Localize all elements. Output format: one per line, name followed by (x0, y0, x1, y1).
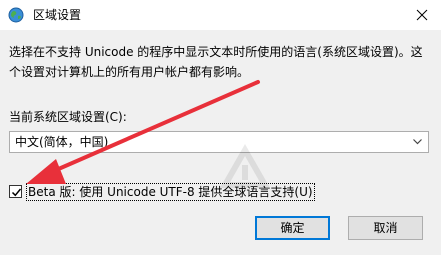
globe-icon (8, 7, 24, 23)
watermark-logo (219, 143, 271, 188)
window-title: 区域设置 (33, 8, 82, 22)
locale-label: 当前系统区域设置(C): (9, 110, 127, 124)
checkmark-icon (11, 188, 22, 197)
description-text: 选择在不支持 Unicode 的程序中显示文本时所使用的语言(系统区域设置)。这… (9, 45, 423, 79)
title-bar: 区域设置 (0, 0, 441, 30)
ok-button[interactable]: 确定 (255, 216, 330, 240)
beta-utf8-checkbox[interactable] (9, 185, 22, 198)
close-icon (416, 9, 428, 21)
close-button[interactable] (403, 0, 441, 30)
cancel-button[interactable]: 取消 (348, 216, 423, 240)
locale-select-value: 中文(简体，中国) (15, 135, 109, 149)
chevron-down-icon (413, 139, 422, 145)
